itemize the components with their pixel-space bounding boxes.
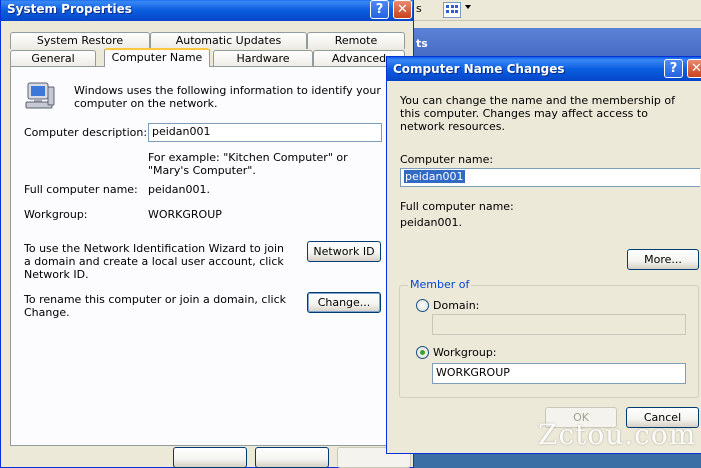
close-icon: ✕ [397, 2, 408, 17]
example-text: For example: "Kitchen Computer" or "Mary… [148, 151, 348, 177]
workgroup-label: Workgroup: [24, 208, 88, 221]
network-id-text: To use the Network Identification Wizard… [24, 242, 285, 281]
dialog-help-button[interactable]: ? [664, 59, 683, 78]
domain-input[interactable] [432, 314, 686, 335]
member-of-groupbox: Member of Domain: Workgroup: WORKGROUP [399, 278, 699, 398]
computer-name-changes-dialog: Computer Name Changes ? ✕ You can change… [386, 56, 701, 454]
tab-system-restore[interactable]: System Restore [10, 32, 150, 49]
bottom-button-1[interactable] [173, 447, 247, 468]
background-app-window: s ts [413, 0, 701, 68]
domain-label: Domain: [433, 299, 480, 312]
computer-name-value: peidan001 [404, 170, 465, 183]
tab-automatic-updates[interactable]: Automatic Updates [150, 32, 307, 49]
help-icon: ? [375, 2, 384, 17]
computer-name-input[interactable]: peidan001 [400, 168, 700, 187]
window-title: System Properties [7, 2, 132, 16]
workgroup-radio[interactable] [416, 346, 429, 359]
grid-view-icon[interactable] [443, 2, 461, 18]
computer-description-input[interactable]: peidan001 [148, 123, 382, 142]
system-properties-window: System Properties ? ✕ System Restore Aut… [0, 0, 414, 468]
dialog-intro-text: You can change the name and the membersh… [400, 94, 675, 133]
close-icon: ✕ [691, 61, 701, 76]
tab-hardware[interactable]: Hardware [213, 50, 313, 67]
tab-general[interactable]: General [10, 50, 96, 67]
full-computer-name-value: peidan001. [148, 183, 210, 196]
workgroup-value: WORKGROUP [148, 208, 222, 221]
dialog-workgroup-label: Workgroup: [433, 346, 497, 359]
intro-text: Windows uses the following information t… [74, 84, 381, 110]
change-button[interactable]: Change... [307, 292, 381, 313]
dialog-title: Computer Name Changes [393, 62, 565, 76]
rename-text: To rename this computer or join a domain… [24, 293, 286, 319]
dialog-close-button[interactable]: ✕ [687, 59, 701, 78]
computer-description-label: Computer description: [24, 126, 148, 139]
member-of-legend: Member of [408, 278, 472, 291]
computer-icon [25, 82, 55, 109]
tab-computer-name[interactable]: Computer Name [104, 48, 210, 67]
chevron-down-icon[interactable] [465, 5, 471, 9]
dialog-full-name-value: peidan001. [400, 216, 462, 229]
system-properties-titlebar[interactable]: System Properties ? ✕ [1, 0, 413, 21]
background-header-text: ts [416, 37, 428, 50]
computer-name-label: Computer name: [400, 153, 494, 166]
full-computer-name-label: Full computer name: [24, 183, 138, 196]
close-button[interactable]: ✕ [393, 0, 412, 19]
domain-radio[interactable] [416, 299, 429, 312]
workgroup-input[interactable]: WORKGROUP [432, 363, 686, 384]
background-toolbar-text: s [416, 2, 422, 15]
bottom-button-2[interactable] [255, 447, 329, 468]
help-button[interactable]: ? [370, 0, 389, 19]
computer-name-panel: Windows uses the following information t… [10, 66, 405, 446]
network-id-button[interactable]: Network ID [307, 241, 381, 262]
watermark-text: Zctou.com [538, 418, 697, 451]
background-toolbar: s [413, 0, 701, 21]
name-changes-titlebar[interactable]: Computer Name Changes ? ✕ [387, 57, 701, 81]
tab-remote[interactable]: Remote [307, 32, 405, 49]
help-icon: ? [669, 61, 678, 76]
more-button[interactable]: More... [627, 249, 699, 270]
dialog-full-name-label: Full computer name: [400, 200, 514, 213]
